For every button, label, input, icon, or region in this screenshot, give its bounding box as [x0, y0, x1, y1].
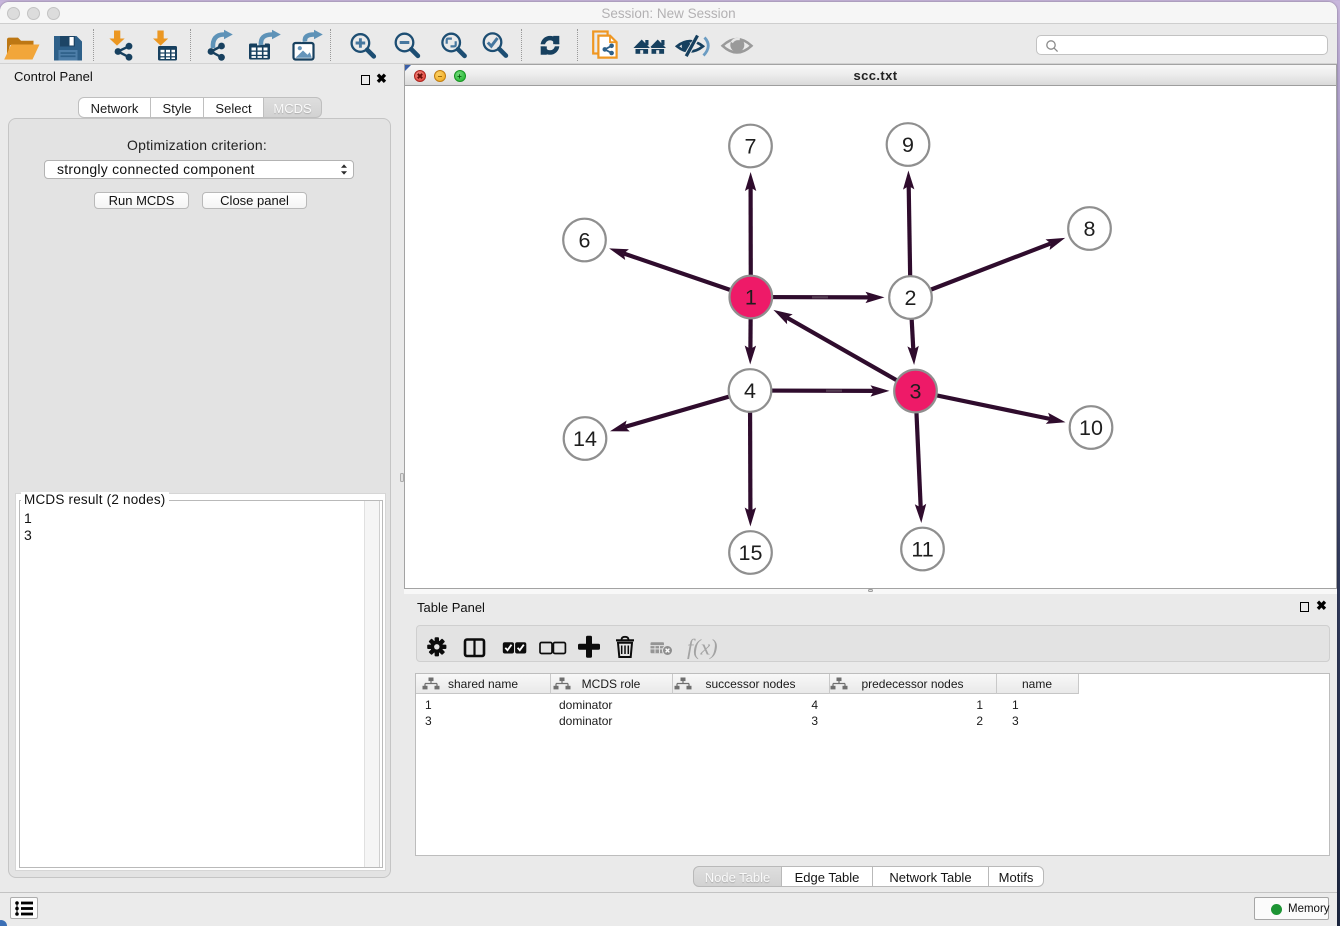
- svg-text:8: 8: [1084, 217, 1096, 241]
- svg-text:9: 9: [902, 133, 914, 157]
- svg-text:7: 7: [745, 135, 757, 159]
- svg-text:1: 1: [745, 286, 757, 310]
- svg-text:10: 10: [1079, 416, 1103, 440]
- svg-text:4: 4: [744, 379, 756, 403]
- svg-text:3: 3: [910, 380, 922, 404]
- svg-text:15: 15: [739, 541, 763, 565]
- svg-text:2: 2: [905, 286, 917, 310]
- svg-text:f(x): f(x): [687, 635, 718, 660]
- svg-text:11: 11: [911, 538, 933, 562]
- svg-text:6: 6: [579, 229, 591, 253]
- svg-text:14: 14: [573, 427, 597, 451]
